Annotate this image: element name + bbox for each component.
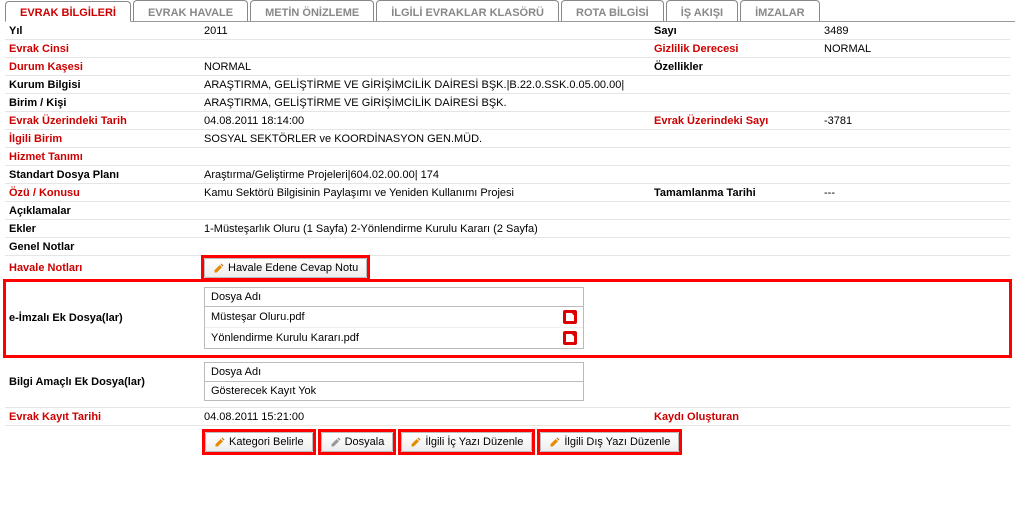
pdf-icon[interactable] xyxy=(563,331,577,345)
pencil-icon xyxy=(213,262,225,274)
dis-yazi-label: İlgili Dış Yazı Düzenle xyxy=(564,436,670,448)
pencil-icon xyxy=(214,436,226,448)
pencil-icon xyxy=(549,436,561,448)
value-gizlilik: NORMAL xyxy=(820,40,930,57)
label-kaydi-olusturan: Kaydı Oluşturan xyxy=(650,408,820,425)
tab-rota-bilgisi[interactable]: ROTA BİLGİSİ xyxy=(561,0,664,21)
bilgi-file-table: Dosya Adı Gösterecek Kayıt Yok xyxy=(204,362,584,401)
bilgi-table-header: Dosya Adı xyxy=(205,363,583,382)
value-yil: 2011 xyxy=(200,22,650,39)
file-name: Müsteşar Oluru.pdf xyxy=(211,311,563,323)
tab-imzalar[interactable]: İMZALAR xyxy=(740,0,820,21)
label-durum: Durum Kaşesi xyxy=(5,58,200,75)
action-bar: Kategori Belirle Dosyala İlgili İç Yazı … xyxy=(5,426,1010,458)
label-sayi: Sayı xyxy=(650,22,820,39)
label-dosya-plan: Standart Dosya Planı xyxy=(5,166,200,183)
label-ozu: Özü / Konusu xyxy=(5,184,200,201)
kategori-belirle-button[interactable]: Kategori Belirle xyxy=(205,432,313,452)
value-kaydi-olusturan xyxy=(820,408,930,425)
value-sayi: 3489 xyxy=(820,22,930,39)
file-name: Yönlendirme Kurulu Kararı.pdf xyxy=(211,332,563,344)
tab-evrak-bilgileri[interactable]: EVRAK BİLGİLERİ xyxy=(5,1,131,22)
eimza-file-table: Dosya Adı Müsteşar Oluru.pdf Yönlendirme… xyxy=(204,287,584,349)
eimza-table-header: Dosya Adı xyxy=(205,288,583,307)
label-yil: Yıl xyxy=(5,22,200,39)
dosyala-label: Dosyala xyxy=(345,436,385,448)
label-kurum: Kurum Bilgisi xyxy=(5,76,200,93)
value-evrak-cinsi xyxy=(200,40,650,57)
label-tamamlanma: Tamamlanma Tarihi xyxy=(650,184,820,201)
label-hizmet: Hizmet Tanımı xyxy=(5,148,200,165)
dosyala-button[interactable]: Dosyala xyxy=(321,432,394,452)
value-ozellikler xyxy=(820,58,930,75)
value-tamamlanma: --- xyxy=(820,184,930,201)
value-hizmet xyxy=(200,148,1010,165)
value-dosya-plan: Araştırma/Geliştirme Projeleri|604.02.00… xyxy=(200,166,1010,183)
value-aciklama xyxy=(200,202,1010,219)
label-eimza: e-İmzalı Ek Dosya(lar) xyxy=(5,281,200,355)
havale-cevap-label: Havale Edene Cevap Notu xyxy=(228,262,358,274)
value-sayi2: -3781 xyxy=(820,112,930,129)
label-sayi2: Evrak Üzerindeki Sayı xyxy=(650,112,820,129)
ic-yazi-button[interactable]: İlgili İç Yazı Düzenle xyxy=(401,432,532,452)
value-tarih: 04.08.2011 18:14:00 xyxy=(200,112,650,129)
tab-is-akisi[interactable]: İŞ AKIŞI xyxy=(666,0,738,21)
label-bilgi-ek: Bilgi Amaçlı Ek Dosya(lar) xyxy=(5,356,200,407)
pdf-icon[interactable] xyxy=(563,310,577,324)
label-ekler: Ekler xyxy=(5,220,200,237)
file-row[interactable]: Yönlendirme Kurulu Kararı.pdf xyxy=(205,328,583,348)
kategori-label: Kategori Belirle xyxy=(229,436,304,448)
tab-bar: EVRAK BİLGİLERİ EVRAK HAVALE METİN ÖNİZL… xyxy=(5,0,1015,22)
havale-cevap-button[interactable]: Havale Edene Cevap Notu xyxy=(204,258,367,278)
tab-ilgili-evraklar[interactable]: İLGİLİ EVRAKLAR KLASÖRÜ xyxy=(376,0,559,21)
label-evrak-cinsi: Evrak Cinsi xyxy=(5,40,200,57)
ic-yazi-label: İlgili İç Yazı Düzenle xyxy=(425,436,523,448)
no-record-row: Gösterecek Kayıt Yok xyxy=(205,382,583,400)
pencil-icon xyxy=(410,436,422,448)
label-genel-not: Genel Notlar xyxy=(5,238,200,255)
label-tarih: Evrak Üzerindeki Tarih xyxy=(5,112,200,129)
no-record-text: Gösterecek Kayıt Yok xyxy=(211,385,577,397)
tab-metin-onizleme[interactable]: METİN ÖNİZLEME xyxy=(250,0,374,21)
value-kayit-tarih: 04.08.2011 15:21:00 xyxy=(200,408,650,425)
tab-evrak-havale[interactable]: EVRAK HAVALE xyxy=(133,0,248,21)
label-gizlilik: Gizlilik Derecesi xyxy=(650,40,820,57)
value-durum: NORMAL xyxy=(200,58,650,75)
value-genel-not xyxy=(200,238,1010,255)
value-ozu: Kamu Sektörü Bilgisinin Paylaşımı ve Yen… xyxy=(200,184,650,201)
label-havale-not: Havale Notları xyxy=(5,256,200,280)
pencil-icon xyxy=(330,436,342,448)
value-birim-kisi: ARAŞTIRMA, GELİŞTİRME VE GİRİŞİMCİLİK DA… xyxy=(200,94,1010,111)
label-birim-kisi: Birim / Kişi xyxy=(5,94,200,111)
value-kurum: ARAŞTIRMA, GELİŞTİRME VE GİRİŞİMCİLİK DA… xyxy=(200,76,1010,93)
eimza-section: e-İmzalı Ek Dosya(lar) Dosya Adı Müsteşa… xyxy=(5,281,1010,356)
cell-havale-not: Havale Edene Cevap Notu xyxy=(200,256,1010,280)
value-ekler: 1-Müsteşarlık Oluru (1 Sayfa) 2-Yönlendi… xyxy=(200,220,1010,237)
file-row[interactable]: Müsteşar Oluru.pdf xyxy=(205,307,583,328)
label-aciklama: Açıklamalar xyxy=(5,202,200,219)
label-kayit-tarih: Evrak Kayıt Tarihi xyxy=(5,408,200,425)
dis-yazi-button[interactable]: İlgili Dış Yazı Düzenle xyxy=(540,432,679,452)
label-ilgili-birim: İlgili Birim xyxy=(5,130,200,147)
value-ilgili-birim: SOSYAL SEKTÖRLER ve KOORDİNASYON GEN.MÜD… xyxy=(200,130,1010,147)
label-ozellikler: Özellikler xyxy=(650,58,820,75)
